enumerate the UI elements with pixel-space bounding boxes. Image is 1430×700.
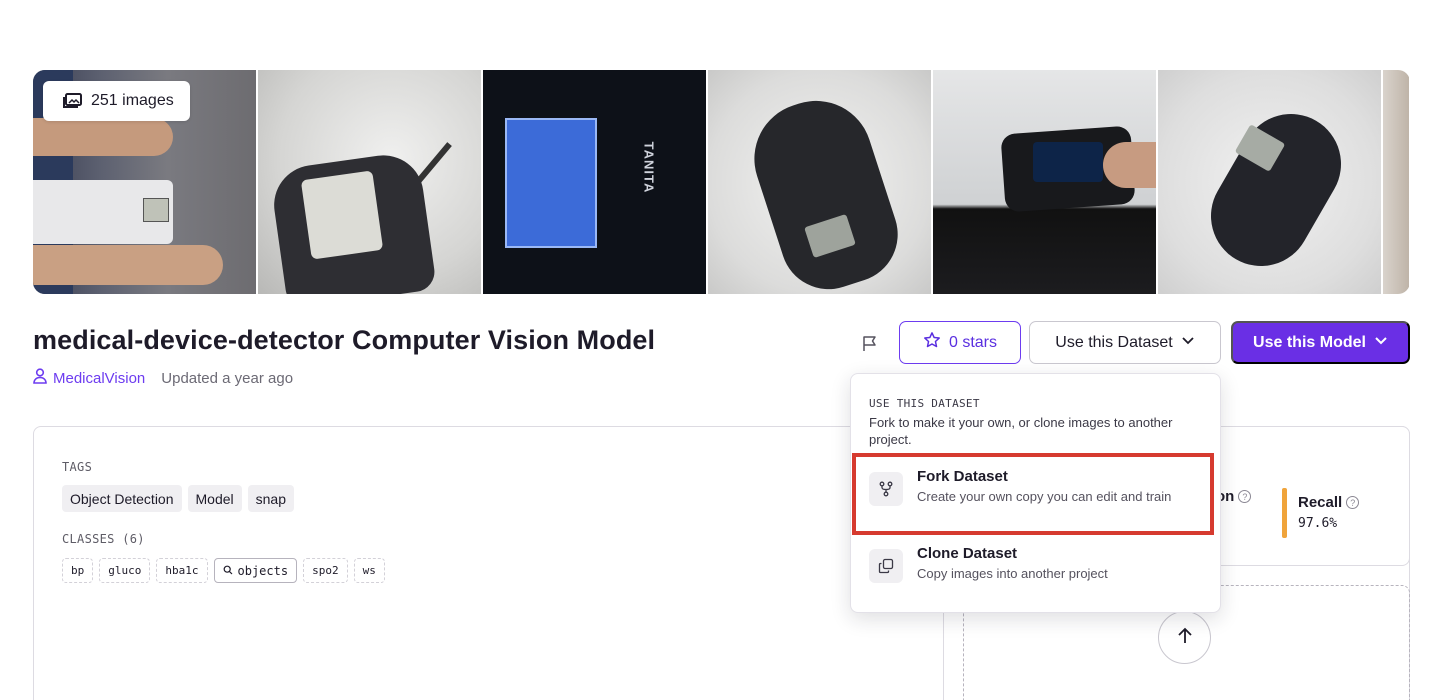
use-model-button[interactable]: Use this Model (1231, 321, 1410, 364)
clone-icon (869, 549, 903, 583)
images-icon (63, 93, 83, 109)
tag[interactable]: Object Detection (62, 485, 182, 512)
arrow-up-icon (1175, 626, 1195, 649)
help-icon[interactable]: ? (1238, 490, 1252, 503)
clone-dataset-option[interactable]: Clone Dataset Copy images into another p… (869, 545, 1209, 583)
class-chip[interactable]: hba1c (156, 558, 208, 583)
gallery-thumbnail[interactable] (258, 70, 481, 294)
image-count-badge[interactable]: 251 images (43, 81, 190, 121)
highlight-box (852, 453, 1214, 535)
gallery-thumbnail[interactable] (708, 70, 931, 294)
recall-label: Recall (1298, 494, 1343, 511)
class-chip-label: objects (237, 563, 289, 578)
star-button[interactable]: 0 stars (899, 321, 1021, 364)
flag-icon[interactable] (859, 333, 881, 355)
chevron-down-icon (1374, 333, 1388, 352)
class-chip[interactable]: ws (353, 558, 385, 583)
use-model-label: Use this Model (1253, 333, 1366, 351)
class-chip[interactable]: spo2 (303, 558, 348, 583)
page-title: medical-device-detector Computer Vision … (33, 325, 656, 355)
updated-timestamp: Updated a year ago (161, 369, 294, 387)
star-icon (923, 331, 941, 354)
clone-dataset-subtitle: Copy images into another project (917, 566, 1108, 581)
class-chip-selected[interactable]: objects (213, 558, 298, 583)
gallery-thumbnail[interactable] (1383, 70, 1409, 294)
chevron-down-icon (1181, 333, 1195, 352)
search-icon (223, 564, 233, 578)
use-dataset-button[interactable]: Use this Dataset (1029, 321, 1221, 364)
tag-list: Object Detection Model snap (62, 485, 294, 512)
owner-link[interactable]: MedicalVision (33, 368, 145, 388)
recall-color-bar (1282, 488, 1287, 538)
class-chip[interactable]: bp (62, 558, 94, 583)
class-chip[interactable]: gluco (99, 558, 151, 583)
owner-name: MedicalVision (53, 369, 146, 387)
tags-heading: TAGS (62, 460, 93, 474)
image-gallery[interactable]: TANITA (33, 70, 1410, 294)
dropdown-heading: USE THIS DATASET (869, 397, 980, 410)
dropdown-description: Fork to make it your own, or clone image… (869, 415, 1173, 447)
stars-count: 0 stars (948, 333, 997, 351)
use-dataset-label: Use this Dataset (1055, 333, 1173, 351)
classes-heading: CLASSES (6) (62, 532, 145, 546)
user-icon (33, 368, 47, 388)
tag[interactable]: snap (247, 485, 294, 512)
precision-metric-partial: on ? (1216, 488, 1252, 505)
recall-value: 97.6% (1298, 516, 1338, 531)
scroll-up-button[interactable] (1158, 611, 1211, 664)
tag[interactable]: Model (187, 485, 242, 512)
gallery-thumbnail[interactable] (1158, 70, 1381, 294)
gallery-thumbnail[interactable]: TANITA (483, 70, 706, 294)
recall-metric: Recall ? (1298, 494, 1360, 511)
help-icon[interactable]: ? (1346, 496, 1360, 509)
class-list: bp gluco hba1c objects spo2 ws (62, 558, 385, 583)
image-count-label: 251 images (91, 92, 174, 109)
gallery-thumbnail[interactable] (933, 70, 1156, 294)
clone-dataset-title: Clone Dataset (917, 545, 1018, 562)
project-meta: MedicalVision Updated a year ago (33, 368, 293, 388)
